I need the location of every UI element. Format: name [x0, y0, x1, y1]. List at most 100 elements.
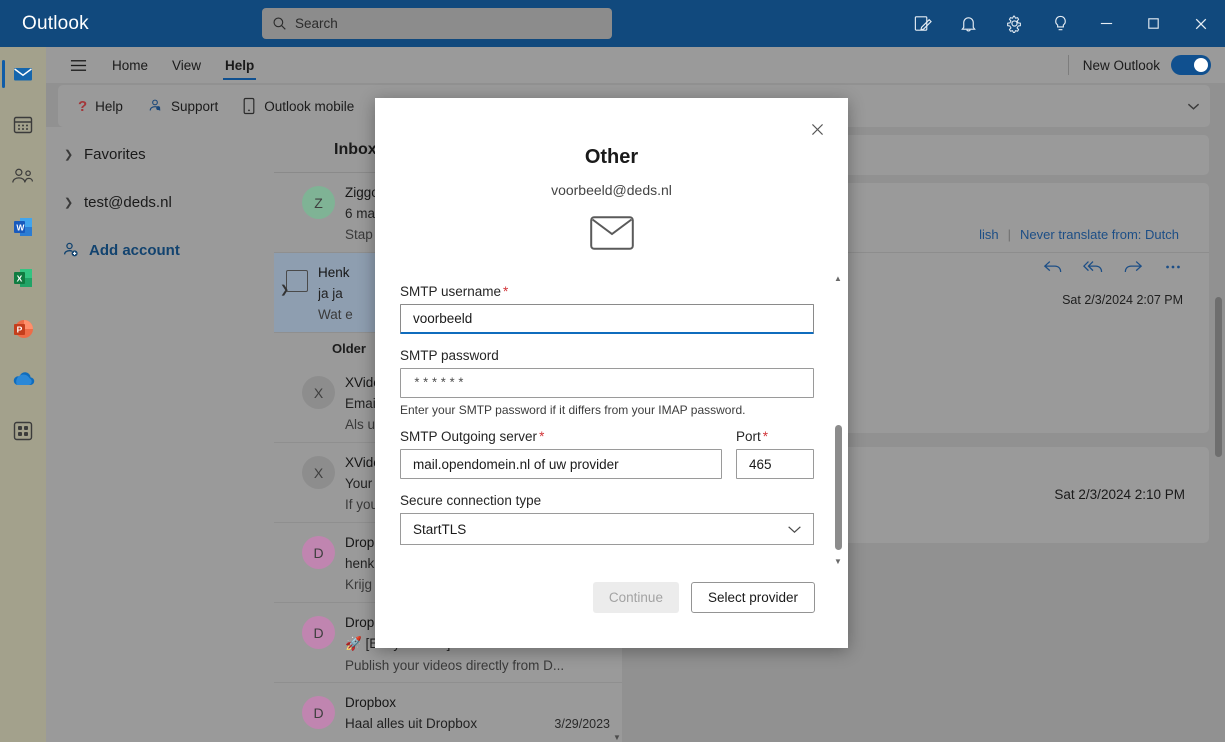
chevron-down-icon — [788, 525, 801, 533]
secure-connection-select[interactable]: StartTLS — [400, 513, 814, 545]
port-label-text: Port — [736, 429, 761, 444]
envelope-icon — [375, 216, 848, 250]
search-icon — [273, 17, 286, 30]
ribbon-tab-strip: Home View Help New Outlook — [0, 47, 1225, 83]
rail-item-excel[interactable]: X — [0, 255, 46, 301]
port-input[interactable]: 465 — [736, 449, 814, 479]
chevron-right-icon: ❯ — [64, 196, 74, 209]
port-label: Port * — [736, 429, 814, 444]
activity-rail: W X P — [0, 47, 46, 742]
rail-item-mail[interactable] — [0, 51, 46, 97]
expand-conversation-icon[interactable]: ❯ — [280, 283, 289, 296]
port-value: 465 — [749, 456, 772, 472]
message-subject-row: Haal alles uit Dropbox 3/29/2023 — [345, 713, 610, 735]
smtp-password-input[interactable]: ****** — [400, 368, 814, 398]
dialog-footer: Continue Select provider — [592, 582, 815, 613]
tab-home[interactable]: Home — [100, 47, 160, 83]
bell-icon[interactable] — [945, 0, 991, 47]
continue-button[interactable]: Continue — [592, 582, 679, 613]
help-button[interactable]: ? Help — [66, 85, 135, 127]
required-marker: * — [503, 284, 509, 299]
smtp-server-label: SMTP Outgoing server * — [400, 429, 722, 444]
avatar: D — [302, 696, 335, 729]
smtp-username-value: voorbeeld — [413, 311, 473, 326]
outlook-mobile-button[interactable]: Outlook mobile — [230, 85, 366, 127]
cloud-icon — [13, 372, 35, 386]
avatar: Z — [302, 186, 335, 219]
scrollbar-thumb[interactable] — [1215, 297, 1222, 457]
add-account-button[interactable]: Add account — [46, 233, 274, 267]
folder-account[interactable]: ❯ test@deds.nl — [46, 185, 274, 219]
select-provider-button[interactable]: Select provider — [690, 582, 815, 613]
smtp-server-value: mail.opendomein.nl of uw provider — [413, 456, 619, 472]
reply-all-icon[interactable] — [1083, 259, 1103, 280]
message-actions — [1043, 259, 1183, 280]
translate-language-link[interactable]: lish — [979, 227, 999, 242]
close-icon[interactable] — [804, 116, 830, 142]
secure-connection-label: Secure connection type — [400, 493, 814, 508]
rail-item-calendar[interactable] — [0, 102, 46, 148]
dialog-subtitle-email: voorbeeld@deds.nl — [551, 182, 672, 198]
avatar: D — [302, 616, 335, 649]
notes-icon[interactable] — [899, 0, 945, 47]
tab-help-label: Help — [225, 57, 255, 73]
scroll-down-arrow-icon[interactable]: ▼ — [834, 557, 842, 566]
smtp-username-input[interactable]: voorbeeld — [400, 304, 814, 334]
avatar-letter: X — [313, 384, 324, 401]
maximize-button[interactable] — [1130, 0, 1177, 47]
people-icon — [12, 168, 34, 183]
rail-item-people[interactable] — [0, 153, 46, 199]
required-marker: * — [762, 429, 769, 444]
reading-pane-scrollbar[interactable] — [1211, 127, 1225, 742]
folder-favorites[interactable]: ❯ Favorites — [46, 137, 274, 171]
rail-item-apps[interactable] — [0, 408, 46, 454]
tab-home-label: Home — [112, 57, 149, 73]
new-outlook-toggle[interactable] — [1171, 55, 1211, 75]
title-bar: Outlook Search — [0, 0, 1225, 47]
gear-icon[interactable] — [991, 0, 1037, 47]
hamburger-menu-icon[interactable] — [56, 47, 100, 83]
help-button-label: Help — [95, 98, 123, 114]
smtp-password-label: SMTP password — [400, 348, 814, 363]
avatar-letter: D — [313, 704, 324, 721]
scroll-up-arrow-icon[interactable]: ▲ — [834, 274, 842, 283]
support-button[interactable]: Support — [135, 85, 230, 127]
mail-icon — [14, 68, 32, 81]
person-support-icon — [149, 99, 161, 111]
forward-icon[interactable] — [1123, 259, 1143, 280]
never-translate-link[interactable]: Never translate from: Dutch — [1020, 227, 1179, 242]
more-options-icon[interactable] — [1163, 259, 1183, 280]
chevron-right-icon: ❯ — [64, 148, 74, 161]
smtp-server-label-text: SMTP Outgoing server — [400, 429, 538, 444]
svg-text:P: P — [17, 324, 23, 334]
search-input[interactable]: Search — [262, 8, 612, 39]
chevron-down-icon — [1187, 103, 1200, 110]
reply-icon[interactable] — [1043, 259, 1063, 280]
message-checkbox[interactable] — [286, 270, 308, 292]
lightbulb-icon[interactable] — [1037, 0, 1083, 47]
smtp-server-input[interactable]: mail.opendomein.nl of uw provider — [400, 449, 722, 479]
scrollbar-thumb[interactable] — [835, 425, 842, 550]
smtp-password-value: ****** — [413, 375, 466, 391]
rail-item-powerpoint[interactable]: P — [0, 306, 46, 352]
outlook-mobile-label: Outlook mobile — [264, 98, 355, 114]
rail-item-word[interactable]: W — [0, 204, 46, 250]
avatar-letter: Z — [314, 194, 323, 211]
message-date: 3/29/2023 — [554, 717, 610, 731]
apps-grid-icon — [13, 421, 33, 441]
ribbon-collapse-button[interactable] — [1187, 85, 1200, 127]
message-list-item[interactable]: D Dropbox Haal alles uit Dropbox 3/29/20… — [274, 683, 622, 742]
phone-icon — [243, 97, 255, 115]
minimize-button[interactable] — [1083, 0, 1130, 47]
tab-help[interactable]: Help — [213, 47, 266, 83]
smtp-username-label: SMTP username * — [400, 284, 814, 299]
scroll-down-arrow-icon[interactable]: ▼ — [613, 733, 621, 742]
rail-item-onedrive[interactable] — [0, 357, 46, 403]
tab-view[interactable]: View — [160, 47, 213, 83]
port-group: Port * 465 — [736, 429, 814, 479]
message-sender: Dropbox — [345, 695, 397, 710]
server-port-row: SMTP Outgoing server * mail.opendomein.nl… — [400, 429, 814, 479]
message-list-title: Inbox — [334, 140, 377, 158]
folder-pane: ❯ Favorites ❯ test@deds.nl Add account — [46, 127, 274, 742]
close-button[interactable] — [1177, 0, 1225, 47]
